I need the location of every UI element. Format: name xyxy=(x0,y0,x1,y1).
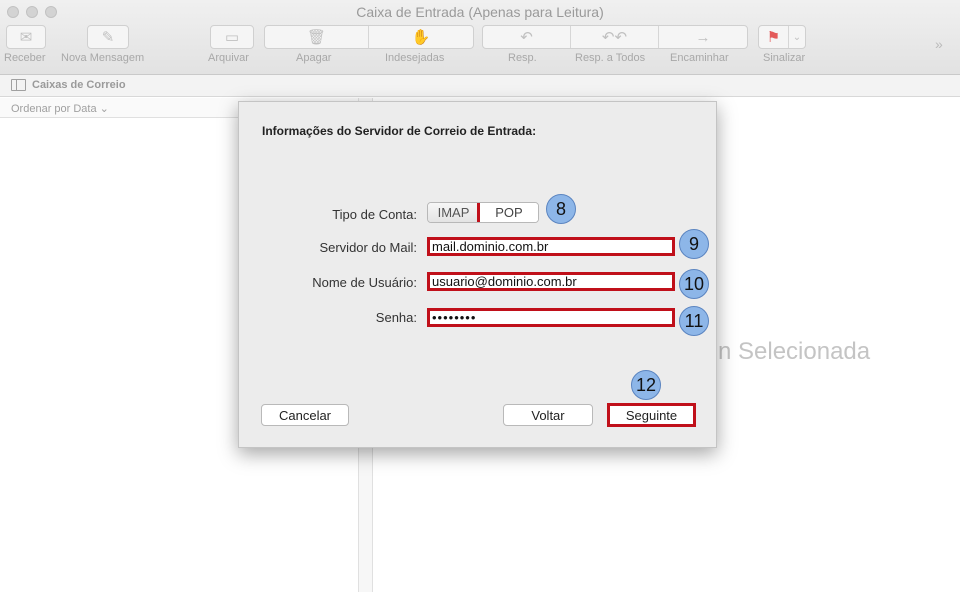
reply-all-label: Resp. a Todos xyxy=(575,52,646,64)
archive-box-icon: ▭ xyxy=(224,29,240,46)
forward-label: Encaminhar xyxy=(670,52,729,64)
trash-icon[interactable]: 🗑 xyxy=(265,26,369,48)
reply-icon[interactable]: ↶ xyxy=(483,26,571,48)
account-type-selector: IMAP POP xyxy=(427,202,539,223)
reply-label: Resp. xyxy=(508,52,537,64)
new-message-label: Nova Mensagem xyxy=(61,52,145,64)
receive-button[interactable]: ✉ xyxy=(6,25,46,49)
thumbs-down-icon[interactable]: ✋ xyxy=(369,26,473,48)
account-type-pop[interactable]: POP xyxy=(477,203,538,222)
sidebar-toggle-icon[interactable] xyxy=(11,79,26,91)
username-label: Nome de Usuário: xyxy=(312,275,417,290)
account-type-imap[interactable]: IMAP xyxy=(428,203,480,222)
archive-button[interactable]: ▭ xyxy=(210,25,254,49)
envelope-icon: ✉ xyxy=(19,29,33,46)
junk-label: Indesejadas xyxy=(385,52,445,64)
archive-label: Arquivar xyxy=(208,52,249,64)
reply-all-icon[interactable]: ↶↶ xyxy=(571,26,659,48)
back-button[interactable]: Voltar xyxy=(503,404,593,426)
reply-forward-group: ↶ ↶↶ → xyxy=(482,25,748,49)
step-badge-11: 11 xyxy=(679,306,709,336)
password-input[interactable]: •••••••• xyxy=(427,308,675,327)
chevron-down-icon[interactable]: ⌄ xyxy=(789,26,805,48)
next-button[interactable]: Seguinte xyxy=(607,403,696,427)
dialog-title: Informações do Servidor de Correio de En… xyxy=(262,124,537,138)
cancel-button[interactable]: Cancelar xyxy=(261,404,349,426)
mail-server-label: Servidor do Mail: xyxy=(319,240,417,255)
forward-icon[interactable]: → xyxy=(659,26,747,48)
new-message-button[interactable]: ✎ xyxy=(87,25,129,49)
toolbar-overflow-icon[interactable]: » xyxy=(935,36,943,52)
no-message-selected-text: n Selecionada xyxy=(718,338,871,365)
password-label: Senha: xyxy=(375,310,417,325)
step-badge-12: 12 xyxy=(631,370,661,400)
sort-by-date-menu[interactable]: Ordenar por Data ⌄ xyxy=(11,102,109,115)
compose-icon: ✎ xyxy=(101,29,115,46)
delete-junk-group: 🗑 ✋ xyxy=(264,25,474,49)
flag-icon: ⚑ xyxy=(759,26,789,48)
flag-button[interactable]: ⚑ ⌄ xyxy=(758,25,806,49)
mail-server-input[interactable]: mail.dominio.com.br xyxy=(427,237,675,256)
receive-label: Receber xyxy=(4,52,46,64)
username-input[interactable]: usuario@dominio.com.br xyxy=(427,272,675,291)
mailboxes-bar: Caixas de Correio xyxy=(0,75,960,97)
window-title: Caixa de Entrada (Apenas para Leitura) xyxy=(356,4,604,20)
step-badge-10: 10 xyxy=(679,269,709,299)
step-badge-9: 9 xyxy=(679,229,709,259)
flag-label: Sinalizar xyxy=(763,52,806,64)
delete-label: Apagar xyxy=(296,52,332,64)
step-badge-8: 8 xyxy=(546,194,576,224)
account-type-label: Tipo de Conta: xyxy=(332,207,417,222)
mailboxes-button[interactable]: Caixas de Correio xyxy=(32,79,126,91)
window-toolbar: Caixa de Entrada (Apenas para Leitura) ✉… xyxy=(0,0,960,75)
